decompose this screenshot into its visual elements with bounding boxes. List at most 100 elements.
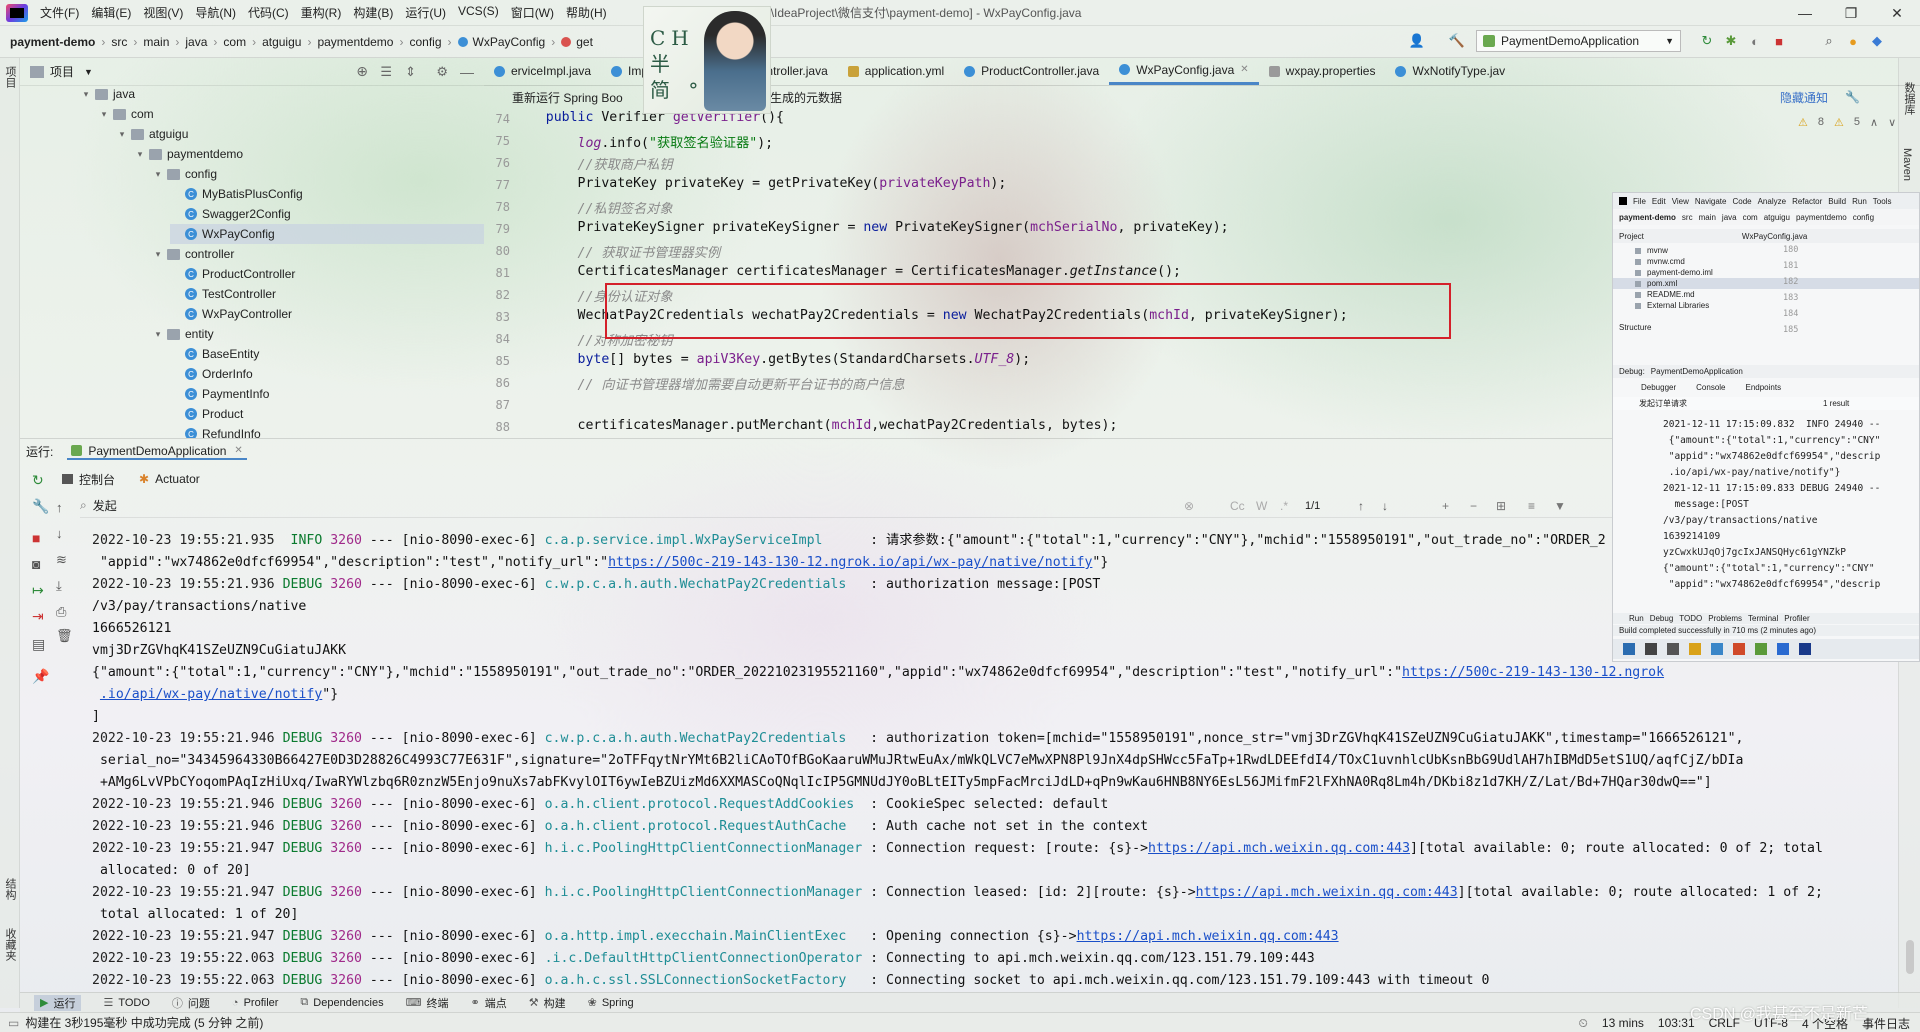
log-line[interactable]: 2022-10-23 19:55:21.935 INFO 3260 --- [n… xyxy=(92,530,1606,552)
breadcrumb-item[interactable]: main xyxy=(139,35,173,49)
bottom-tab[interactable]: ◔ Profiler xyxy=(232,997,279,1009)
project-title[interactable]: 项目 xyxy=(50,63,74,80)
code-line[interactable]: log.info("获取签名验证器"); xyxy=(514,132,774,151)
run-config-select[interactable]: PaymentDemoApplication ▼ xyxy=(1476,30,1681,52)
code-editor[interactable]: public Verifier getVerifier(){ log.info(… xyxy=(514,110,1614,436)
breadcrumb-item[interactable]: WxPayConfig xyxy=(454,35,550,49)
locate-icon[interactable]: ⊕ xyxy=(356,63,368,80)
close-icon[interactable]: ✕ xyxy=(234,445,242,456)
editor-tab[interactable]: WxNotifyType.jav xyxy=(1385,57,1515,85)
log-line[interactable]: 2022-10-23 19:55:21.946 DEBUG 3260 --- [… xyxy=(92,816,1148,838)
bottom-tab[interactable]: ▶ 运行 xyxy=(34,994,82,1011)
log-line[interactable]: 2022-10-23 19:55:21.936 DEBUG 3260 --- [… xyxy=(92,574,1100,596)
add-selection-icon[interactable]: + xyxy=(1442,499,1449,513)
scroll-end-icon[interactable]: ⤓ xyxy=(56,578,62,594)
code-line[interactable]: //获取商户私钥 xyxy=(514,154,673,173)
menu-item[interactable]: 帮助(H) xyxy=(560,4,613,21)
log-line[interactable]: total allocated: 1 of 20] xyxy=(92,904,299,926)
select-all-icon[interactable]: ⊞ xyxy=(1496,499,1506,513)
tree-node[interactable]: C WxPayController xyxy=(170,304,292,324)
bottom-tab[interactable]: ⚭ 端点 xyxy=(471,995,507,1011)
tree-node[interactable]: C OrderInfo xyxy=(170,364,253,384)
tree-node[interactable]: C RefundInfo xyxy=(170,424,261,438)
chevron-down-icon[interactable]: ∨ xyxy=(1888,116,1896,129)
rerun-icon[interactable]: ↻ xyxy=(1698,32,1716,50)
chevron-down-icon[interactable]: ▾ xyxy=(80,89,92,100)
pin-icon[interactable]: 📌 xyxy=(32,668,49,685)
log-line[interactable]: allocated: 0 of 20] xyxy=(92,860,251,882)
log-line[interactable]: ] xyxy=(92,706,100,728)
breadcrumb-item[interactable]: payment-demo xyxy=(0,35,99,49)
clear-icon[interactable]: ⊗ xyxy=(1184,499,1194,513)
tree-node[interactable]: C PaymentInfo xyxy=(170,384,269,404)
log-line[interactable]: {"amount":{"total":1,"currency":"CNY"},"… xyxy=(92,662,1664,684)
editor-tab[interactable]: application.yml xyxy=(838,57,954,85)
update-icon[interactable]: ● xyxy=(1844,32,1862,50)
log-line[interactable]: 2022-10-23 19:55:21.947 DEBUG 3260 --- [… xyxy=(92,882,1823,904)
status-event-log[interactable]: 事件日志 xyxy=(1862,1015,1910,1032)
search-icon[interactable]: ⌕ xyxy=(1820,32,1838,50)
bottom-tab[interactable]: ❀ Spring xyxy=(588,996,634,1010)
tree-node[interactable]: ▾ entity xyxy=(152,324,214,344)
menu-item[interactable]: 视图(V) xyxy=(137,4,189,21)
log-link[interactable]: https://api.mch.weixin.qq.com:443 xyxy=(1196,885,1458,900)
log-line[interactable]: 2022-10-23 19:55:21.946 DEBUG 3260 --- [… xyxy=(92,728,1743,750)
menu-item[interactable]: 编辑(E) xyxy=(85,4,137,21)
code-line[interactable]: certificatesManager.putMerchant(mchId,we… xyxy=(514,418,1118,433)
console-output[interactable]: 2022-10-23 19:55:21.935 INFO 3260 --- [n… xyxy=(88,530,1848,992)
chevron-down-icon[interactable]: ▾ xyxy=(152,329,164,340)
log-link[interactable]: https://api.mch.weixin.qq.com:443 xyxy=(1148,841,1410,856)
maximize-icon[interactable]: ❐ xyxy=(1828,0,1874,26)
log-line[interactable]: vmj3DrZGVhqK41SZeUZN9CuGiatuJAKK xyxy=(92,640,346,662)
chevron-up-icon[interactable]: ∧ xyxy=(1870,116,1878,129)
log-line[interactable]: 1666526121 xyxy=(92,618,171,640)
editor-tab[interactable]: wxpay.properties xyxy=(1259,57,1386,85)
editor-tab[interactable]: erviceImpl.java xyxy=(484,57,601,85)
code-line[interactable]: // 向证书管理器增加需要自动更新平台证书的商户信息 xyxy=(514,374,905,393)
options-icon[interactable]: ≡ xyxy=(1528,499,1535,513)
stop-icon[interactable]: ■ xyxy=(1770,32,1788,50)
chevron-down-icon[interactable]: ▾ xyxy=(98,109,110,120)
tree-node[interactable]: C Product xyxy=(170,404,243,424)
menu-item[interactable]: 导航(N) xyxy=(189,4,242,21)
tab-actuator[interactable]: ✱ Actuator xyxy=(139,472,200,486)
remove-selection-icon[interactable]: − xyxy=(1470,499,1477,513)
next-match-icon[interactable]: ↓ xyxy=(1382,499,1388,513)
bottom-tab[interactable]: ⓘ 问题 xyxy=(172,995,210,1011)
log-link[interactable]: https://500c-219-143-130-12.ngrok.io/api… xyxy=(608,555,1092,570)
log-line[interactable]: 2022-10-23 19:55:22.063 DEBUG 3260 --- [… xyxy=(92,970,1489,992)
log-line[interactable]: serial_no="34345964330B66427E0D3D28826C4… xyxy=(92,750,1744,772)
code-line[interactable]: CertificatesManager certificatesManager … xyxy=(514,264,1181,279)
log-line[interactable]: 2022-10-23 19:55:21.946 DEBUG 3260 --- [… xyxy=(92,794,1108,816)
log-line[interactable]: 2022-10-23 19:55:21.947 DEBUG 3260 --- [… xyxy=(92,838,1823,860)
code-line[interactable]: //私钥签名对象 xyxy=(514,198,673,217)
breadcrumb-item[interactable]: paymentdemo xyxy=(313,35,397,49)
stop-icon[interactable]: ■ xyxy=(32,530,40,546)
bottom-tab[interactable]: ☰ TODO xyxy=(103,996,149,1010)
log-line[interactable]: /v3/pay/transactions/native xyxy=(92,596,306,618)
breadcrumb-item[interactable]: config xyxy=(405,35,445,49)
code-line[interactable]: // 获取证书管理器实例 xyxy=(514,242,721,261)
left-vtab-favorites[interactable]: 收藏夹 xyxy=(2,928,18,961)
breadcrumb-item[interactable]: src xyxy=(107,35,131,49)
code-line[interactable]: PrivateKeySigner privateKeySigner = new … xyxy=(514,220,1229,235)
log-line[interactable]: +AMg6LvVPbCYoqomPAqIzHiUxq/IwaRYWlzbq6R0… xyxy=(92,772,1712,794)
breadcrumb-item[interactable]: atguigu xyxy=(258,35,305,49)
regex-icon[interactable]: .* xyxy=(1280,499,1288,513)
chevron-down-icon[interactable]: ▾ xyxy=(134,149,146,160)
jetbrains-icon[interactable]: ◆ xyxy=(1868,32,1886,50)
collapse-icon[interactable]: ☰ xyxy=(380,64,392,80)
tree-node[interactable]: ▾ config xyxy=(152,164,217,184)
bottom-tab[interactable]: ⌨ 终端 xyxy=(406,995,449,1011)
tree-node[interactable]: ▾ com xyxy=(98,104,154,124)
tree-node[interactable]: C MyBatisPlusConfig xyxy=(170,184,303,204)
log-line[interactable]: "appid":"wx74862e0dfcf69954","descriptio… xyxy=(92,552,1108,574)
close-icon[interactable]: ✕ xyxy=(1240,64,1248,75)
tree-node[interactable]: C Swagger2Config xyxy=(170,204,291,224)
coverage-icon[interactable]: ◐ xyxy=(1746,32,1764,50)
trash-icon[interactable]: 🗑 xyxy=(56,628,73,644)
tree-node[interactable]: ▾ paymentdemo xyxy=(134,144,243,164)
right-vtab-maven[interactable]: Maven xyxy=(1901,148,1913,181)
breadcrumb-item[interactable]: get xyxy=(557,35,597,49)
breadcrumb-item[interactable]: java xyxy=(181,35,211,49)
